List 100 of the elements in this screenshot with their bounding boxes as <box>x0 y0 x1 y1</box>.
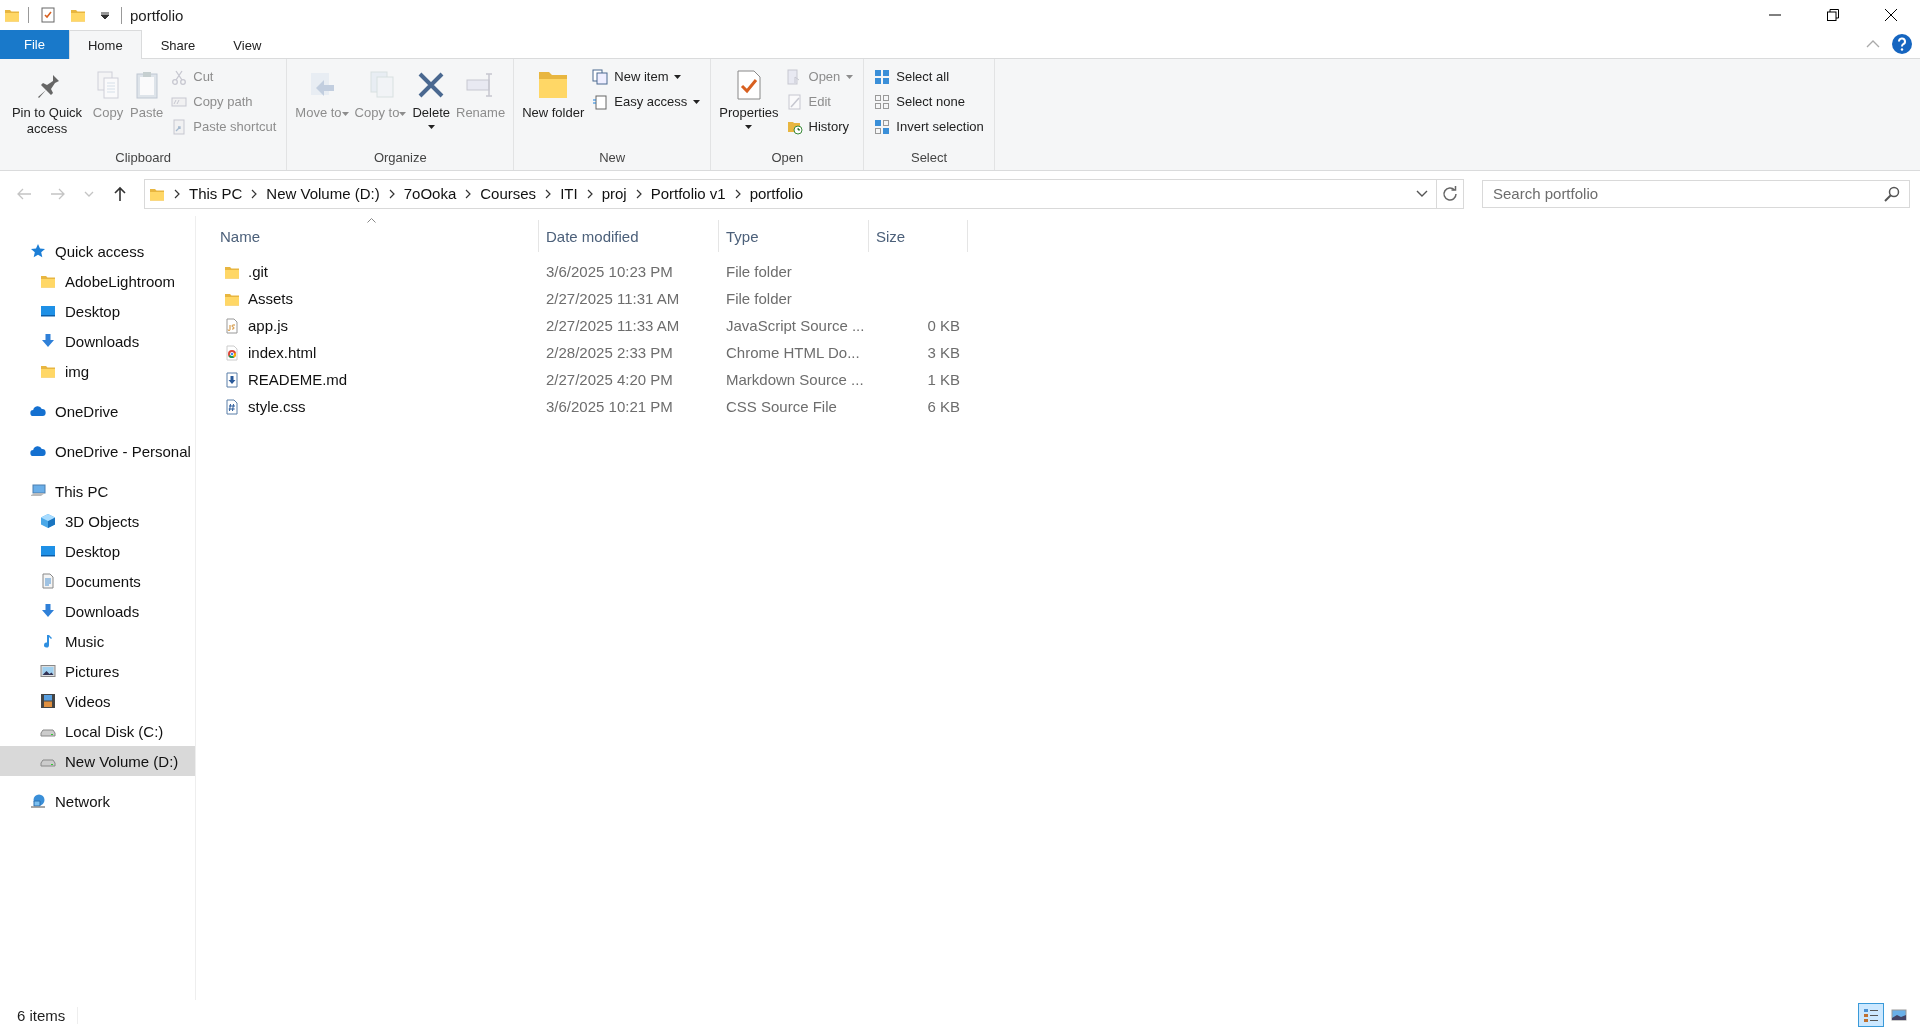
window-title: portfolio <box>121 6 1746 24</box>
type-cell-text: Markdown Source ... <box>725 371 865 388</box>
breadcrumb-link[interactable]: proj <box>601 185 627 202</box>
chrome-logo-icon <box>224 344 240 361</box>
file-name[interactable]: style.css <box>248 398 306 415</box>
new-item-icon <box>592 68 609 85</box>
chevron-right-icon <box>388 188 395 199</box>
up-arrow-icon <box>112 185 128 202</box>
collapse-ribbon-button[interactable] <box>1866 40 1880 48</box>
film-icon <box>40 693 56 709</box>
column-header[interactable]: Name <box>196 220 539 252</box>
ribbon-tab[interactable]: Share <box>141 30 215 59</box>
cloud-icon <box>30 443 46 459</box>
close-icon <box>1885 9 1897 21</box>
ribbon-button[interactable]: New folder <box>520 63 587 148</box>
breadcrumb-link[interactable]: This PC <box>189 185 243 202</box>
group-label: Select <box>909 149 949 167</box>
type-cell-text: File folder <box>725 290 793 307</box>
nav-item[interactable]: 3D Objects <box>0 506 195 536</box>
caret-icon <box>745 125 753 129</box>
refresh-button[interactable] <box>1436 178 1464 209</box>
ribbon-tab[interactable]: View <box>214 30 281 59</box>
restore-icon <box>1827 9 1839 21</box>
breadcrumb-link[interactable]: Portfolio v1 <box>650 185 726 202</box>
download-arrow-icon <box>40 333 56 349</box>
type-cell-text: JavaScript Source ... <box>725 317 866 334</box>
chevron-right-icon <box>635 188 642 199</box>
caret-icon <box>341 111 349 116</box>
file-name[interactable]: .git <box>248 263 268 280</box>
nav-item[interactable]: Desktop <box>0 536 195 566</box>
column-header[interactable]: Size <box>869 220 968 252</box>
size-cell-text: 0 KB <box>926 317 961 334</box>
ribbon-button[interactable]: Properties <box>717 63 781 148</box>
cube-icon <box>40 513 56 529</box>
nav-item[interactable]: OneDrive - Personal <box>0 436 195 466</box>
column-header[interactable]: Type <box>719 220 869 252</box>
ribbon-button[interactable]: Select all <box>870 65 988 88</box>
caret-icon <box>101 11 109 19</box>
network-globe-icon <box>30 793 46 809</box>
ribbon-button[interactable]: Invert selection <box>870 115 988 138</box>
nav-item[interactable]: AdobeLightroom <box>0 266 195 296</box>
file-name[interactable]: READEME.md <box>248 371 348 388</box>
nav-item[interactable]: img <box>0 356 195 386</box>
caret-icon <box>674 74 682 79</box>
date-cell-text: 3/6/2025 10:23 PM <box>545 263 674 280</box>
address-bar[interactable]: This PC New Volume (D:) 7oOoka Courses ITI proj Portfolio v1 portfolio <box>144 178 1437 209</box>
breadcrumb-link[interactable]: portfolio <box>749 185 804 202</box>
checkmark-page-icon <box>40 7 56 23</box>
edit-pencil-icon <box>786 93 803 110</box>
ribbon-button[interactable]: Easy access <box>588 90 705 113</box>
help-icon <box>1892 34 1912 54</box>
nav-item[interactable]: Documents <box>0 566 195 596</box>
file-name[interactable]: app.js <box>248 317 289 334</box>
breadcrumb-link[interactable]: 7oOoka <box>403 185 457 202</box>
breadcrumb-link[interactable]: New Volume (D:) <box>266 185 380 202</box>
nav-item[interactable]: Downloads <box>0 326 195 356</box>
nav-item[interactable]: Pictures <box>0 656 195 686</box>
ribbon-button[interactable]: Select none <box>870 90 988 113</box>
folder-icon <box>4 7 20 23</box>
details-view-button[interactable] <box>1858 1003 1884 1027</box>
file-name[interactable]: index.html <box>248 344 317 361</box>
help-button[interactable] <box>1892 34 1912 54</box>
group-label: Clipboard <box>114 149 172 167</box>
star-icon <box>30 243 46 259</box>
file-name[interactable]: Assets <box>248 290 293 307</box>
group-label: Organize <box>372 149 428 167</box>
download-arrow-icon <box>40 603 56 619</box>
nav-item[interactable]: This PC <box>0 476 195 506</box>
chevron-up-icon <box>1866 40 1880 48</box>
nav-item[interactable]: New Volume (D:) <box>0 746 195 776</box>
nav-item[interactable]: OneDrive <box>0 396 195 426</box>
caret-icon <box>693 99 701 104</box>
search-field[interactable]: Search portfolio <box>1482 179 1910 208</box>
date-cell-text: 2/27/2025 11:31 AM <box>545 290 681 307</box>
ribbon-button[interactable]: Pin to Quick access <box>6 63 88 148</box>
breadcrumb-link[interactable]: ITI <box>560 185 578 202</box>
date-cell-text: 2/27/2025 4:20 PM <box>545 371 674 388</box>
markdown-file-icon <box>224 371 240 388</box>
ribbon-button[interactable]: Delete <box>410 63 452 148</box>
nav-item[interactable]: Music <box>0 626 195 656</box>
breadcrumb-link[interactable]: Courses <box>480 185 537 202</box>
scissors-icon <box>171 68 188 85</box>
monitor-icon <box>40 543 56 559</box>
nav-item[interactable]: Desktop <box>0 296 195 326</box>
ribbon-button[interactable]: History <box>782 115 858 138</box>
nav-item[interactable]: Downloads <box>0 596 195 626</box>
column-header[interactable]: Date modified <box>539 220 719 252</box>
date-cell-text: 3/6/2025 10:21 PM <box>545 398 674 415</box>
chevron-down-icon <box>1416 189 1428 198</box>
ribbon-button[interactable]: New item <box>588 65 705 88</box>
ribbon-tab[interactable]: Home <box>68 30 142 59</box>
nav-item[interactable]: Local Disk (C:) <box>0 716 195 746</box>
nav-item[interactable]: Quick access <box>0 236 195 266</box>
nav-item[interactable]: Videos <box>0 686 195 716</box>
chevron-right-icon <box>465 188 472 199</box>
select-all-icon <box>874 68 891 85</box>
ribbon-tab[interactable]: File <box>0 30 69 59</box>
item-count: 6 items <box>17 1006 79 1024</box>
nav-item[interactable]: Network <box>0 786 195 816</box>
select-none-icon <box>874 93 891 110</box>
